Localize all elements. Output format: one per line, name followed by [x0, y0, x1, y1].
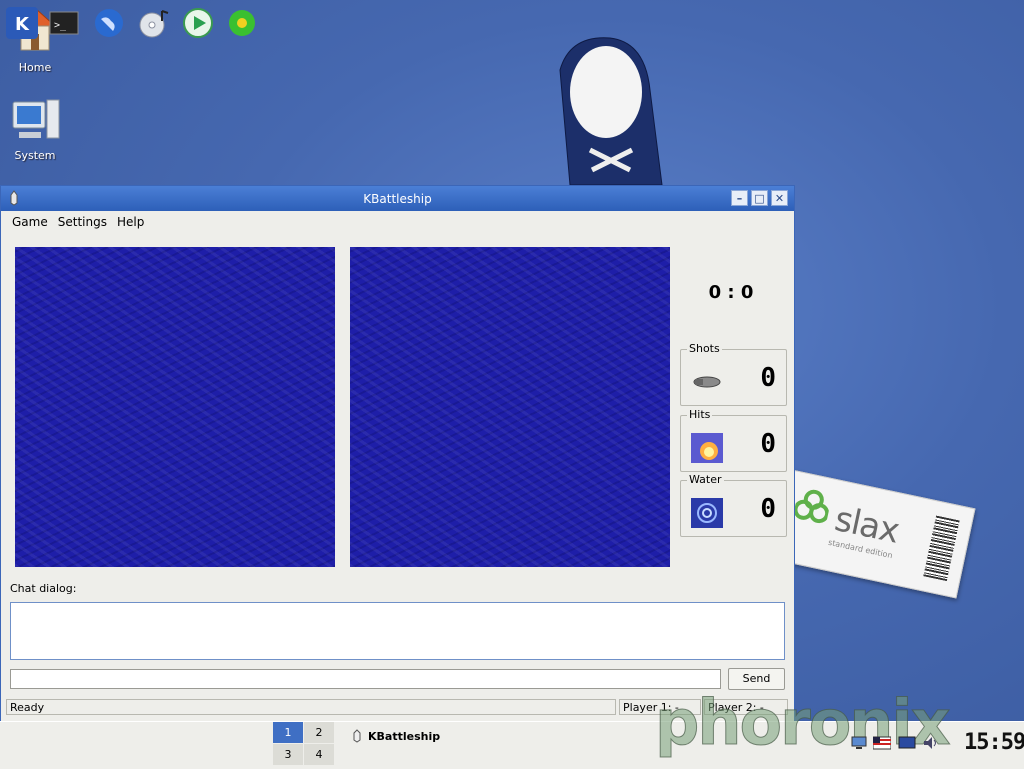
menu-game[interactable]: Game	[12, 215, 48, 229]
menu-help[interactable]: Help	[117, 215, 144, 229]
pager-desktop-4[interactable]: 4	[304, 744, 334, 765]
shots-value: 0	[760, 363, 776, 393]
network-tray-icon[interactable]	[850, 735, 868, 751]
window-title: KBattleship	[363, 192, 432, 206]
web-browser-icon[interactable]	[93, 7, 125, 39]
pager-desktop-3[interactable]: 3	[273, 744, 303, 765]
computer-icon	[12, 99, 60, 139]
water-label: Water	[687, 473, 724, 486]
chat-dialog-area[interactable]	[10, 602, 785, 660]
desktop-pager: 1 2 3 4	[273, 722, 335, 766]
close-button[interactable]: ✕	[771, 190, 788, 206]
pager-desktop-2[interactable]: 2	[304, 722, 334, 743]
water-value: 0	[760, 494, 776, 524]
kbattleship-window: KBattleship – □ ✕ Game Settings Help 0 :…	[0, 185, 795, 722]
hits-panel: Hits 0	[680, 408, 787, 472]
chat-input[interactable]	[10, 669, 721, 689]
minimize-button[interactable]: –	[731, 190, 748, 206]
menubar: Game Settings Help	[1, 211, 794, 233]
chat-dialog-label: Chat dialog:	[10, 582, 77, 595]
kde-menu-icon[interactable]: K	[6, 7, 38, 39]
score-display: 0 : 0	[708, 282, 754, 303]
clover-logo-icon	[793, 489, 830, 524]
window-titlebar[interactable]: KBattleship – □ ✕	[1, 186, 794, 211]
display-tray-icon[interactable]	[898, 735, 916, 751]
desktop-icon-system-label: System	[14, 149, 56, 162]
volume-icon[interactable]	[922, 735, 940, 751]
hits-value: 0	[760, 429, 776, 459]
svg-text:K: K	[15, 14, 30, 35]
slax-tag-decoration: slax standard edition	[772, 469, 976, 599]
svg-text:>_: >_	[54, 20, 67, 31]
hits-label: Hits	[687, 408, 713, 421]
water-panel: Water 0	[680, 473, 787, 537]
media-player-icon[interactable]	[182, 7, 214, 39]
explosion-icon	[691, 433, 723, 463]
clock[interactable]: 15:59	[964, 730, 1024, 755]
desktop-icon-home-label: Home	[18, 61, 52, 74]
enemy-game-board[interactable]	[350, 247, 670, 567]
taskbar-item-label: KBattleship	[368, 729, 441, 743]
kbattleship-task-icon	[353, 729, 361, 743]
shots-panel: Shots 0	[680, 342, 787, 406]
keyboard-layout-flag-icon[interactable]	[873, 735, 891, 751]
terminal-icon[interactable]: >_	[48, 7, 80, 39]
shell-icon	[693, 376, 721, 388]
barcode-icon	[923, 515, 960, 582]
taskbar-item-kbattleship[interactable]: KBattleship	[352, 727, 440, 745]
splash-icon	[691, 498, 723, 528]
maximize-button[interactable]: □	[751, 190, 768, 206]
shots-label: Shots	[687, 342, 722, 355]
menu-settings[interactable]: Settings	[58, 215, 107, 229]
sneaker-wallpaper-art	[559, 37, 663, 186]
own-game-board[interactable]	[15, 247, 335, 567]
desktop-icon-system[interactable]: System	[0, 98, 70, 162]
cd-player-icon[interactable]	[138, 7, 170, 39]
status-text: Ready	[6, 699, 616, 715]
pager-desktop-1[interactable]: 1	[273, 722, 303, 743]
icq-flower-icon[interactable]	[226, 7, 258, 39]
